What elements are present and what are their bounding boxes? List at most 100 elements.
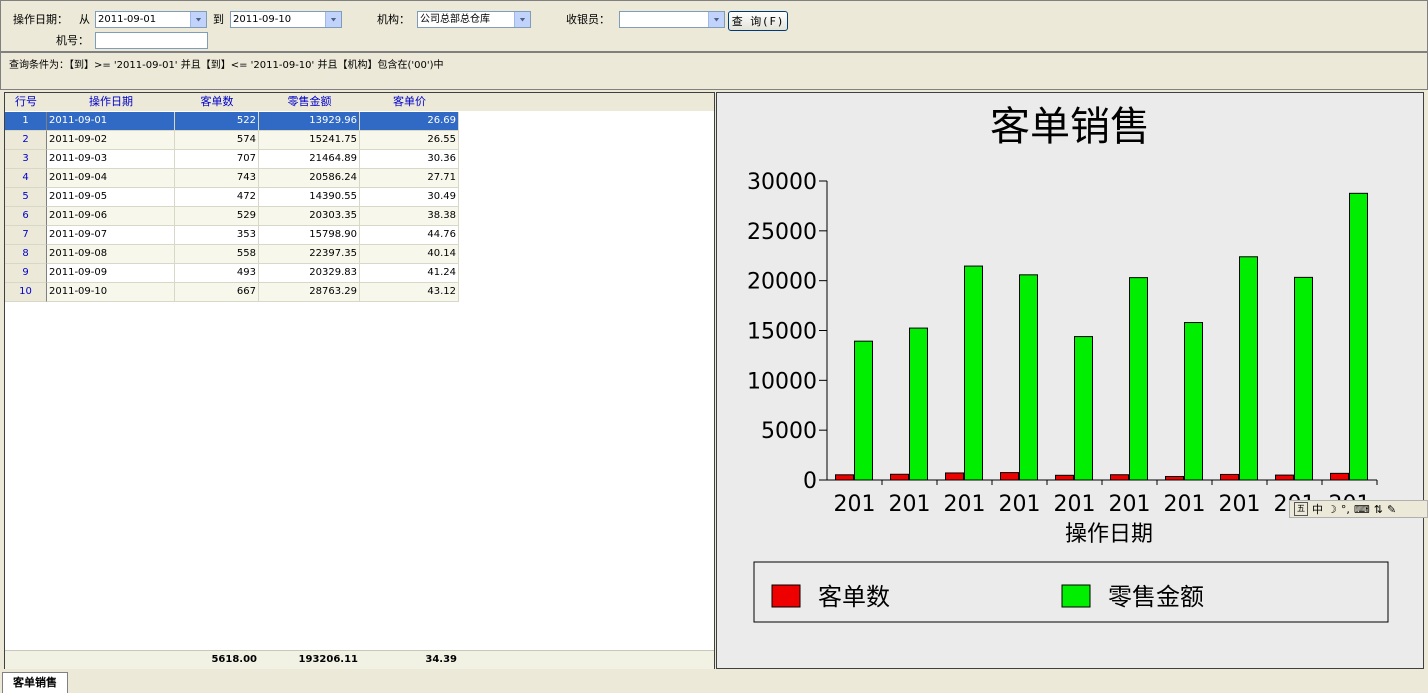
chevron-down-icon[interactable]	[708, 12, 724, 27]
cell-price[interactable]: 44.76	[360, 226, 459, 245]
x-tick-label: 201	[1109, 492, 1151, 517]
table-row[interactable]: 10 2011-09-10 667 28763.29 43.12	[5, 283, 714, 302]
from-date-combo[interactable]: 2011-09-01	[95, 11, 207, 28]
query-button[interactable]: 查 询(F)	[728, 11, 788, 31]
cell-orders[interactable]: 558	[175, 245, 259, 264]
y-tick-label: 5000	[761, 419, 817, 444]
ime-logo-icon[interactable]: 五	[1294, 502, 1308, 516]
cell-amount[interactable]: 22397.35	[259, 245, 360, 264]
cell-date[interactable]: 2011-09-06	[47, 207, 175, 226]
wrench-icon[interactable]: ✎	[1387, 503, 1396, 516]
cell-amount[interactable]: 13929.96	[259, 112, 360, 131]
cell-no[interactable]: 6	[5, 207, 47, 226]
x-tick-label: 201	[999, 492, 1041, 517]
cell-price[interactable]: 26.55	[360, 131, 459, 150]
y-tick-label: 10000	[747, 369, 817, 394]
filter-panel: 操作日期： 从 2011-09-01 到 2011-09-10 机构： 公司总部…	[0, 0, 1428, 52]
cell-price[interactable]: 30.49	[360, 188, 459, 207]
cell-amount[interactable]: 20586.24	[259, 169, 360, 188]
footer-amount-total: 193206.11	[298, 654, 358, 665]
column-header-date[interactable]: 操作日期	[47, 93, 175, 111]
keyboard-icon[interactable]: ⌨	[1354, 503, 1370, 516]
bar-amount	[1239, 256, 1258, 481]
cell-date[interactable]: 2011-09-04	[47, 169, 175, 188]
cell-no[interactable]: 1	[5, 112, 47, 131]
cell-price[interactable]: 43.12	[360, 283, 459, 302]
cell-date[interactable]: 2011-09-02	[47, 131, 175, 150]
cell-no[interactable]: 9	[5, 264, 47, 283]
column-header-amount[interactable]: 零售金额	[259, 93, 360, 111]
cell-amount[interactable]: 15241.75	[259, 131, 360, 150]
table-row[interactable]: 8 2011-09-08 558 22397.35 40.14	[5, 245, 714, 264]
menu-icon[interactable]: ⇅	[1374, 503, 1383, 516]
cell-date[interactable]: 2011-09-05	[47, 188, 175, 207]
chart-title: 客单销售	[990, 104, 1150, 150]
ime-mode-label[interactable]: 中	[1312, 501, 1323, 517]
cell-price[interactable]: 38.38	[360, 207, 459, 226]
org-combo[interactable]: 公司总部总仓库	[417, 11, 531, 28]
cell-no[interactable]: 8	[5, 245, 47, 264]
grid-footer: 5618.00 193206.11 34.39	[5, 650, 714, 669]
cell-no[interactable]: 5	[5, 188, 47, 207]
table-row[interactable]: 5 2011-09-05 472 14390.55 30.49	[5, 188, 714, 207]
table-row[interactable]: 1 2011-09-01 522 13929.96 26.69	[5, 112, 714, 131]
cell-price[interactable]: 40.14	[360, 245, 459, 264]
cell-amount[interactable]: 28763.29	[259, 283, 360, 302]
cell-orders[interactable]: 743	[175, 169, 259, 188]
cell-orders[interactable]: 493	[175, 264, 259, 283]
table-row[interactable]: 4 2011-09-04 743 20586.24 27.71	[5, 169, 714, 188]
y-tick-label: 30000	[747, 170, 817, 195]
cell-orders[interactable]: 353	[175, 226, 259, 245]
cell-price[interactable]: 30.36	[360, 150, 459, 169]
cell-no[interactable]: 10	[5, 283, 47, 302]
chart-panel: 客单销售 0 5000 10000 15000 20000 25000 30000 201 20…	[716, 92, 1424, 669]
table-row[interactable]: 2 2011-09-02 574 15241.75 26.55	[5, 131, 714, 150]
cell-date[interactable]: 2011-09-03	[47, 150, 175, 169]
table-row[interactable]: 6 2011-09-06 529 20303.35 38.38	[5, 207, 714, 226]
cell-amount[interactable]: 20303.35	[259, 207, 360, 226]
tab-customer-sales[interactable]: 客单销售	[2, 672, 68, 693]
cell-date[interactable]: 2011-09-09	[47, 264, 175, 283]
cell-price[interactable]: 41.24	[360, 264, 459, 283]
cashier-combo[interactable]	[619, 11, 725, 28]
cell-amount[interactable]: 15798.90	[259, 226, 360, 245]
cell-price[interactable]: 27.71	[360, 169, 459, 188]
cell-orders[interactable]: 529	[175, 207, 259, 226]
punctuation-icon[interactable]: °,	[1341, 503, 1350, 516]
cell-orders[interactable]: 574	[175, 131, 259, 150]
to-date-combo[interactable]: 2011-09-10	[230, 11, 342, 28]
cell-orders[interactable]: 707	[175, 150, 259, 169]
cell-amount[interactable]: 20329.83	[259, 264, 360, 283]
cell-date[interactable]: 2011-09-08	[47, 245, 175, 264]
cell-amount[interactable]: 14390.55	[259, 188, 360, 207]
table-row[interactable]: 7 2011-09-07 353 15798.90 44.76	[5, 226, 714, 245]
cell-amount[interactable]: 21464.89	[259, 150, 360, 169]
chart-bars	[835, 192, 1368, 481]
column-header-row-no[interactable]: 行号	[5, 93, 47, 111]
cell-no[interactable]: 7	[5, 226, 47, 245]
cell-orders[interactable]: 472	[175, 188, 259, 207]
to-date-value: 2011-09-10	[233, 14, 292, 25]
cell-no[interactable]: 3	[5, 150, 47, 169]
cell-orders[interactable]: 667	[175, 283, 259, 302]
chevron-down-icon[interactable]	[325, 12, 341, 27]
moon-icon[interactable]: ☽	[1327, 503, 1337, 516]
chevron-down-icon[interactable]	[514, 12, 530, 27]
cell-date[interactable]: 2011-09-10	[47, 283, 175, 302]
bar-amount	[1129, 277, 1148, 481]
column-header-price[interactable]: 客单价	[360, 93, 459, 111]
cell-orders[interactable]: 522	[175, 112, 259, 131]
chevron-down-icon[interactable]	[190, 12, 206, 27]
cell-date[interactable]: 2011-09-01	[47, 112, 175, 131]
cell-date[interactable]: 2011-09-07	[47, 226, 175, 245]
machine-input[interactable]	[95, 32, 208, 49]
bar-orders	[835, 474, 854, 481]
table-row[interactable]: 9 2011-09-09 493 20329.83 41.24	[5, 264, 714, 283]
ime-toolbar[interactable]: 五 中 ☽ °, ⌨ ⇅ ✎	[1289, 500, 1428, 518]
cell-no[interactable]: 4	[5, 169, 47, 188]
cell-price[interactable]: 26.69	[360, 112, 459, 131]
y-tick-label: 0	[803, 469, 817, 494]
column-header-orders[interactable]: 客单数	[175, 93, 259, 111]
cell-no[interactable]: 2	[5, 131, 47, 150]
table-row[interactable]: 3 2011-09-03 707 21464.89 30.36	[5, 150, 714, 169]
